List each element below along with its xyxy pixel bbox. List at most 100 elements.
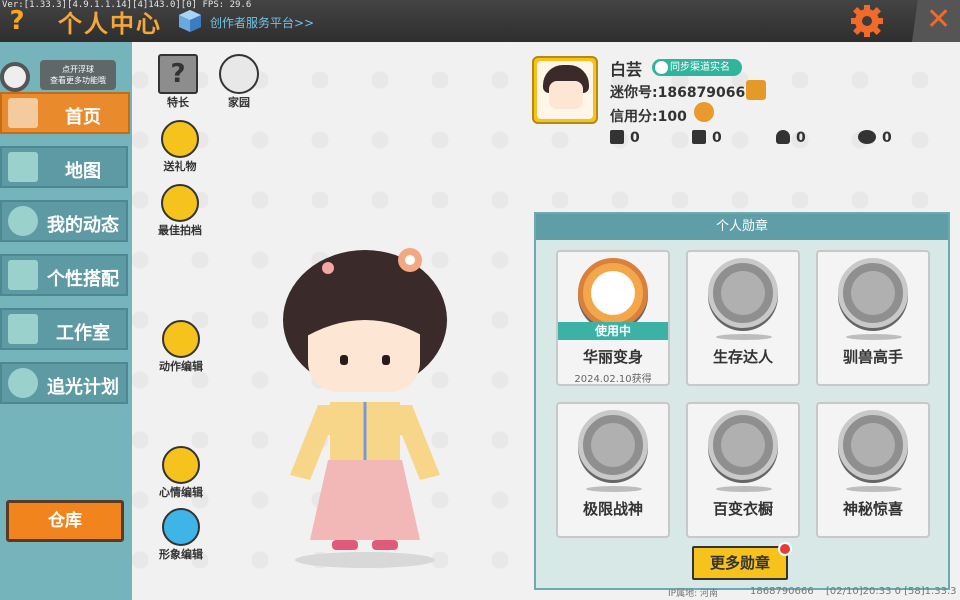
mini-id: 迷你号:1868790666 <box>610 85 756 101</box>
best-partner-label: 最佳拍档 <box>158 224 202 237</box>
medal-panel-title: 个人勋章 <box>536 214 948 240</box>
stat-fans: 0 <box>692 130 722 146</box>
realname-badge-label: 同步渠道实名 <box>670 62 730 73</box>
sidebar-item-label: 地图 <box>65 161 101 182</box>
medal-shadow <box>846 486 902 492</box>
medal-card[interactable]: 生存达人 <box>686 250 800 386</box>
sidebar-item-label: 工作室 <box>56 323 110 344</box>
medal-name: 华丽变身 <box>582 348 643 366</box>
specialty-button[interactable]: ? 特长 <box>156 54 200 110</box>
medal-shadow <box>716 486 772 492</box>
sidebar-item-light-plan[interactable]: 追光计划 <box>0 362 128 404</box>
pencil-icon <box>162 446 200 484</box>
medal-card[interactable]: 极限战神 <box>556 402 670 538</box>
medal-campfire-icon <box>708 258 778 328</box>
look-edit-label: 形象编辑 <box>159 548 203 561</box>
handshake-icon <box>161 184 199 222</box>
settings-gear-button[interactable] <box>850 4 884 38</box>
medal-card[interactable]: 神秘惊喜 <box>816 402 930 538</box>
footer-user-id: 1868790666 <box>750 586 814 597</box>
help-button[interactable]: ? <box>4 6 30 36</box>
sidebar-item-map[interactable]: 地图 <box>0 146 128 188</box>
sidebar-item-label: 我的动态 <box>47 215 119 236</box>
close-button[interactable]: ✕ <box>912 0 960 42</box>
stat-value: 0 <box>712 130 722 146</box>
medal-card[interactable]: 驯兽高手 <box>816 250 930 386</box>
gift-label: 送礼物 <box>163 160 197 173</box>
ip-location: IP属地: 河南 <box>668 589 718 599</box>
copy-icon[interactable] <box>746 80 766 100</box>
stat-likes: 0 <box>858 130 892 146</box>
medal-card[interactable]: 百变衣橱 <box>686 402 800 538</box>
float-ball-button[interactable] <box>0 62 30 92</box>
sidebar-item-my-feed[interactable]: 我的动态 <box>0 200 128 242</box>
sidebar-item-label: 个性搭配 <box>47 269 119 290</box>
send-gift-button[interactable]: 送礼物 <box>156 120 204 174</box>
home-icon <box>8 98 38 128</box>
realname-badge[interactable]: 同步渠道实名 <box>652 59 742 76</box>
question-box-icon: ? <box>158 54 198 94</box>
trophy-icon <box>692 130 706 144</box>
in-use-badge: 使用中 <box>558 322 668 340</box>
medal-name: 驯兽高手 <box>842 348 903 366</box>
medal-boss-icon <box>578 410 648 480</box>
plus-box-icon <box>610 130 624 144</box>
sidebar-item-outfit[interactable]: 个性搭配 <box>0 254 128 296</box>
warehouse-button[interactable]: 仓库 <box>6 500 124 542</box>
medal-name: 神秘惊喜 <box>842 500 903 518</box>
stat-value: 0 <box>882 130 892 146</box>
stat-popularity: 0 <box>776 130 806 146</box>
medal-wardrobe-icon <box>708 410 778 480</box>
sidebar-item-label: 首页 <box>65 107 101 128</box>
map-icon <box>8 152 38 182</box>
sidebar-item-studio[interactable]: 工作室 <box>0 308 128 350</box>
medal-shadow <box>586 486 642 492</box>
top-bar: ? 个人中心 创作者服务平台>> Ver:[1.33.3][4.9.1.1.14… <box>0 0 960 42</box>
mood-edit-button[interactable]: 心情编辑 <box>154 446 208 500</box>
hammer-icon <box>8 314 38 344</box>
tooltip-line-1: 点开浮球 <box>62 65 94 74</box>
creator-platform-link[interactable]: 创作者服务平台>> <box>210 14 314 31</box>
star-icon <box>8 368 38 398</box>
medal-shadow <box>716 334 772 340</box>
best-partner-button[interactable]: 最佳拍档 <box>154 184 206 238</box>
specialty-label: 特长 <box>167 96 189 109</box>
medal-dinosaur-icon <box>578 258 648 328</box>
medal-surprise-icon <box>838 410 908 480</box>
credit-info-icon[interactable] <box>694 102 714 122</box>
medal-name: 生存达人 <box>712 348 773 366</box>
medal-name: 百变衣橱 <box>712 500 773 518</box>
player-character[interactable] <box>270 230 460 570</box>
credit-score: 信用分:100 <box>610 109 687 125</box>
shirt-icon <box>8 260 38 290</box>
home-button[interactable]: 家园 <box>216 54 262 110</box>
close-icon: ✕ <box>926 2 952 37</box>
user-check-icon <box>655 61 668 74</box>
medal-beast-icon <box>838 258 908 328</box>
medal-name: 极限战神 <box>582 500 643 518</box>
medal-panel: 个人勋章 使用中 华丽变身 2024.02.10获得 生存达人 驯兽高手 极限战… <box>534 212 950 590</box>
debug-info: Ver:[1.33.3][4.9.1.1.14][4]143.0][0] FPS… <box>2 0 252 10</box>
heart-icon <box>858 130 876 144</box>
gift-icon <box>161 120 199 158</box>
avatar[interactable] <box>532 56 598 124</box>
mood-edit-label: 心情编辑 <box>159 486 203 499</box>
avatar-image <box>537 61 593 119</box>
flame-icon <box>776 130 790 144</box>
username: 白芸 <box>610 60 643 79</box>
profile-screen: ? 个人中心 创作者服务平台>> Ver:[1.33.3][4.9.1.1.14… <box>0 0 960 600</box>
cube-icon <box>179 10 201 32</box>
footer-build-info: [02/10]20:33 0 [58]1.33.3 <box>826 586 957 597</box>
sidebar-item-label: 追光计划 <box>47 377 119 398</box>
medal-card[interactable]: 使用中 华丽变身 2024.02.10获得 <box>556 250 670 386</box>
stat-posts: 0 <box>610 130 640 146</box>
more-medals-button[interactable]: 更多勋章 <box>692 546 788 580</box>
stat-value: 0 <box>630 130 640 146</box>
float-ball-tooltip: 点开浮球 查看更多功能哦 <box>40 60 116 90</box>
action-edit-button[interactable]: 动作编辑 <box>154 320 208 374</box>
home-label: 家园 <box>228 96 250 109</box>
sidebar-item-home[interactable]: 首页 <box>0 92 130 134</box>
outfit-icon <box>162 508 200 546</box>
tooltip-line-2: 查看更多功能哦 <box>50 76 106 85</box>
look-edit-button[interactable]: 形象编辑 <box>154 508 208 562</box>
